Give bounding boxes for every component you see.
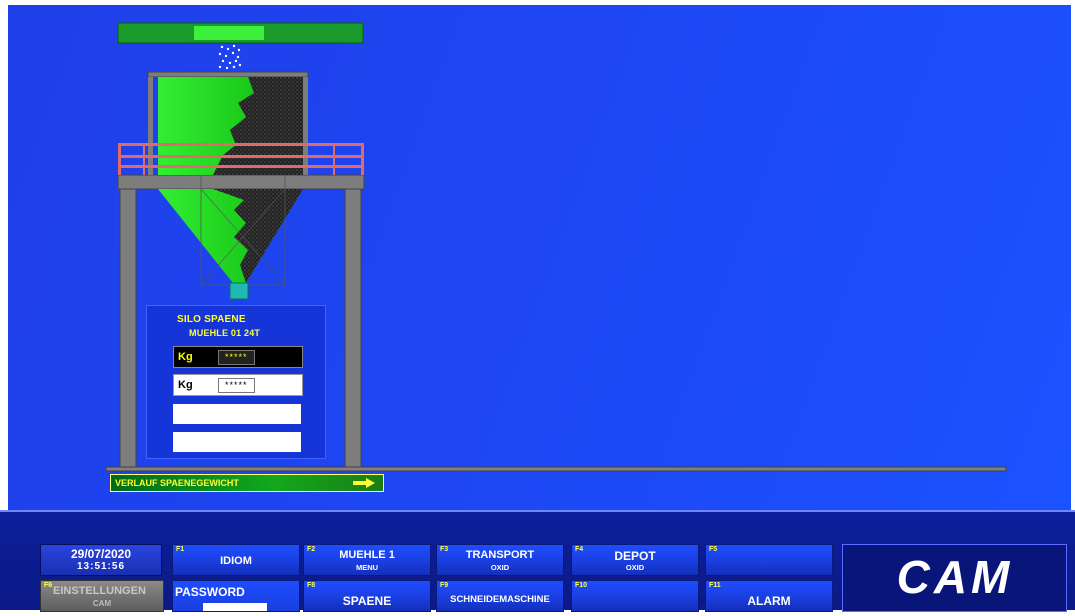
fkey-label: F8: [307, 582, 316, 589]
alarm-button[interactable]: F11 ALARM: [705, 580, 833, 612]
button-sublabel: MENU: [355, 563, 379, 572]
kg-label: Kg: [178, 379, 193, 391]
fkey-label: F10: [575, 582, 588, 589]
button-label: MUEHLE 1: [339, 549, 395, 561]
silo-outlet: [229, 282, 249, 300]
falling-material: [218, 44, 242, 70]
cam-logo: CAM: [842, 544, 1067, 612]
password-button[interactable]: PASSWORD: [172, 580, 300, 612]
idiom-button[interactable]: F1 IDIOM: [172, 544, 300, 576]
f10-button[interactable]: F10: [571, 580, 699, 612]
fkey-label: F5: [709, 546, 718, 553]
password-input[interactable]: [203, 603, 267, 611]
ground-line: [105, 466, 1007, 472]
button-label: IDIOM: [220, 555, 252, 567]
cam-logo-graphic: CAM: [853, 551, 1014, 603]
weight-display-2: Kg *****: [173, 374, 303, 396]
schneidemaschine-button[interactable]: F9 SCHNEIDEMASCHINE: [436, 580, 564, 612]
frame-leg-left: [119, 188, 137, 468]
svg-text:CAM: CAM: [897, 551, 1014, 603]
button-label: TRANSPORT: [465, 549, 535, 561]
datetime-display: 29/07/2020 13:51:56: [40, 544, 162, 576]
blank-field-2: [173, 432, 301, 452]
settings-cam-button[interactable]: F6 EINSTELLUNGEN CAM: [40, 580, 164, 612]
button-label: PASSWORD: [175, 585, 245, 599]
f5-button[interactable]: F5: [705, 544, 833, 576]
weight-value: *****: [218, 377, 255, 393]
panel-title: SILO SPAENE: [177, 314, 246, 325]
transport-oxid-button[interactable]: F3 TRANSPORT OXID: [436, 544, 564, 576]
fkey-label: F11: [709, 582, 721, 589]
railing-top: [118, 143, 364, 146]
button-label: ALARM: [747, 594, 791, 608]
weight-display-1: Kg *****: [173, 346, 303, 368]
weight-history-button[interactable]: VERLAUF SPAENEGEWICHT: [110, 474, 384, 492]
kg-label: Kg: [178, 351, 193, 363]
feeder-opening: [194, 26, 264, 40]
button-sublabel: CAM: [92, 599, 112, 608]
frame-leg-right: [344, 188, 362, 468]
weight-value: *****: [218, 349, 255, 365]
button-label: DEPOT: [614, 549, 656, 563]
panel-subtitle: MUEHLE 01 24T: [189, 328, 261, 338]
time-text: 13:51:56: [76, 561, 126, 572]
weight-history-label: VERLAUF SPAENEGEWICHT: [115, 478, 239, 488]
fkey-label: F6: [44, 582, 53, 589]
button-label: SCHNEIDEMASCHINE: [450, 594, 550, 605]
process-view: SILO SPAENE MUEHLE 01 24T Kg ***** Kg **…: [8, 5, 1071, 510]
button-label: SPAENE: [342, 594, 392, 608]
arrow-right-icon: [353, 478, 375, 488]
muehle1-menu-button[interactable]: F2 MUEHLE 1 MENU: [303, 544, 431, 576]
fkey-label: F1: [176, 546, 185, 553]
button-label: EINSTELLUNGEN: [53, 585, 146, 597]
blank-field-1: [173, 404, 301, 424]
silo-info-panel: SILO SPAENE MUEHLE 01 24T Kg ***** Kg **…: [146, 305, 326, 459]
depot-oxid-button[interactable]: F4 DEPOT OXID: [571, 544, 699, 576]
spaene-button[interactable]: F8 SPAENE: [303, 580, 431, 612]
button-sublabel: OXID: [625, 563, 645, 572]
fkey-label: F9: [440, 582, 449, 589]
date-text: 29/07/2020: [70, 547, 132, 561]
frame-beam: [117, 174, 365, 190]
button-sublabel: OXID: [490, 563, 510, 572]
